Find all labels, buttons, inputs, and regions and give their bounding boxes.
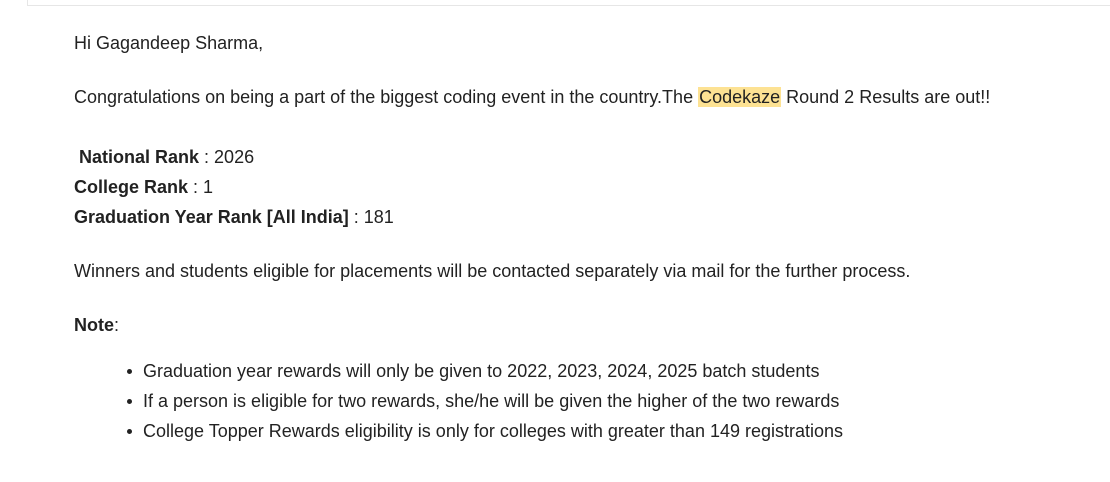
note-item-text: College Topper Rewards eligibility is on… [143,421,844,441]
national-rank-row: National Rank : 2026 [74,142,1104,172]
note-colon: : [114,315,120,335]
greeting-text: Hi Gagandeep Sharma, [74,33,264,53]
list-item: Graduation year rewards will only be giv… [124,356,1104,386]
graduation-year-rank-label: Graduation Year Rank [All India] [74,207,349,227]
national-rank-value: 2026 [214,147,255,167]
bullet-icon [127,429,132,434]
list-item: If a person is eligible for two rewards,… [124,386,1104,416]
bullet-icon [127,399,132,404]
note-heading: Note: [74,310,1104,340]
intro-paragraph: Congratulations on being a part of the b… [74,82,1104,112]
bullet-icon [127,369,132,374]
national-rank-separator: : [199,147,215,167]
college-rank-row: College Rank : 1 [74,172,1104,202]
list-item: College Topper Rewards eligibility is on… [124,416,1104,446]
graduation-year-rank-value: 181 [363,207,394,227]
note-label: Note [74,315,114,335]
graduation-year-rank-row: Graduation Year Rank [All India] : 181 [74,202,1104,232]
college-rank-separator: : [188,177,204,197]
note-item-text: Graduation year rewards will only be giv… [143,361,820,381]
winners-paragraph: Winners and students eligible for placem… [74,261,911,281]
codekaze-highlight: Codekaze [698,87,782,107]
ranks-block: National Rank : 2026 College Rank : 1 Gr… [74,142,1104,232]
email-body: Hi Gagandeep Sharma, Congratulations on … [74,28,1104,446]
email-top-divider [27,0,1110,6]
college-rank-value: 1 [203,177,214,197]
college-rank-label: College Rank [74,177,189,197]
graduation-year-rank-separator: : [348,207,364,227]
intro-text-end: Round 2 Results are out!! [781,87,991,107]
national-rank-label: National Rank [79,147,200,167]
intro-text-start: Congratulations on being a part of the b… [74,87,699,107]
note-list: Graduation year rewards will only be giv… [74,356,1104,446]
note-item-text: If a person is eligible for two rewards,… [143,391,840,411]
